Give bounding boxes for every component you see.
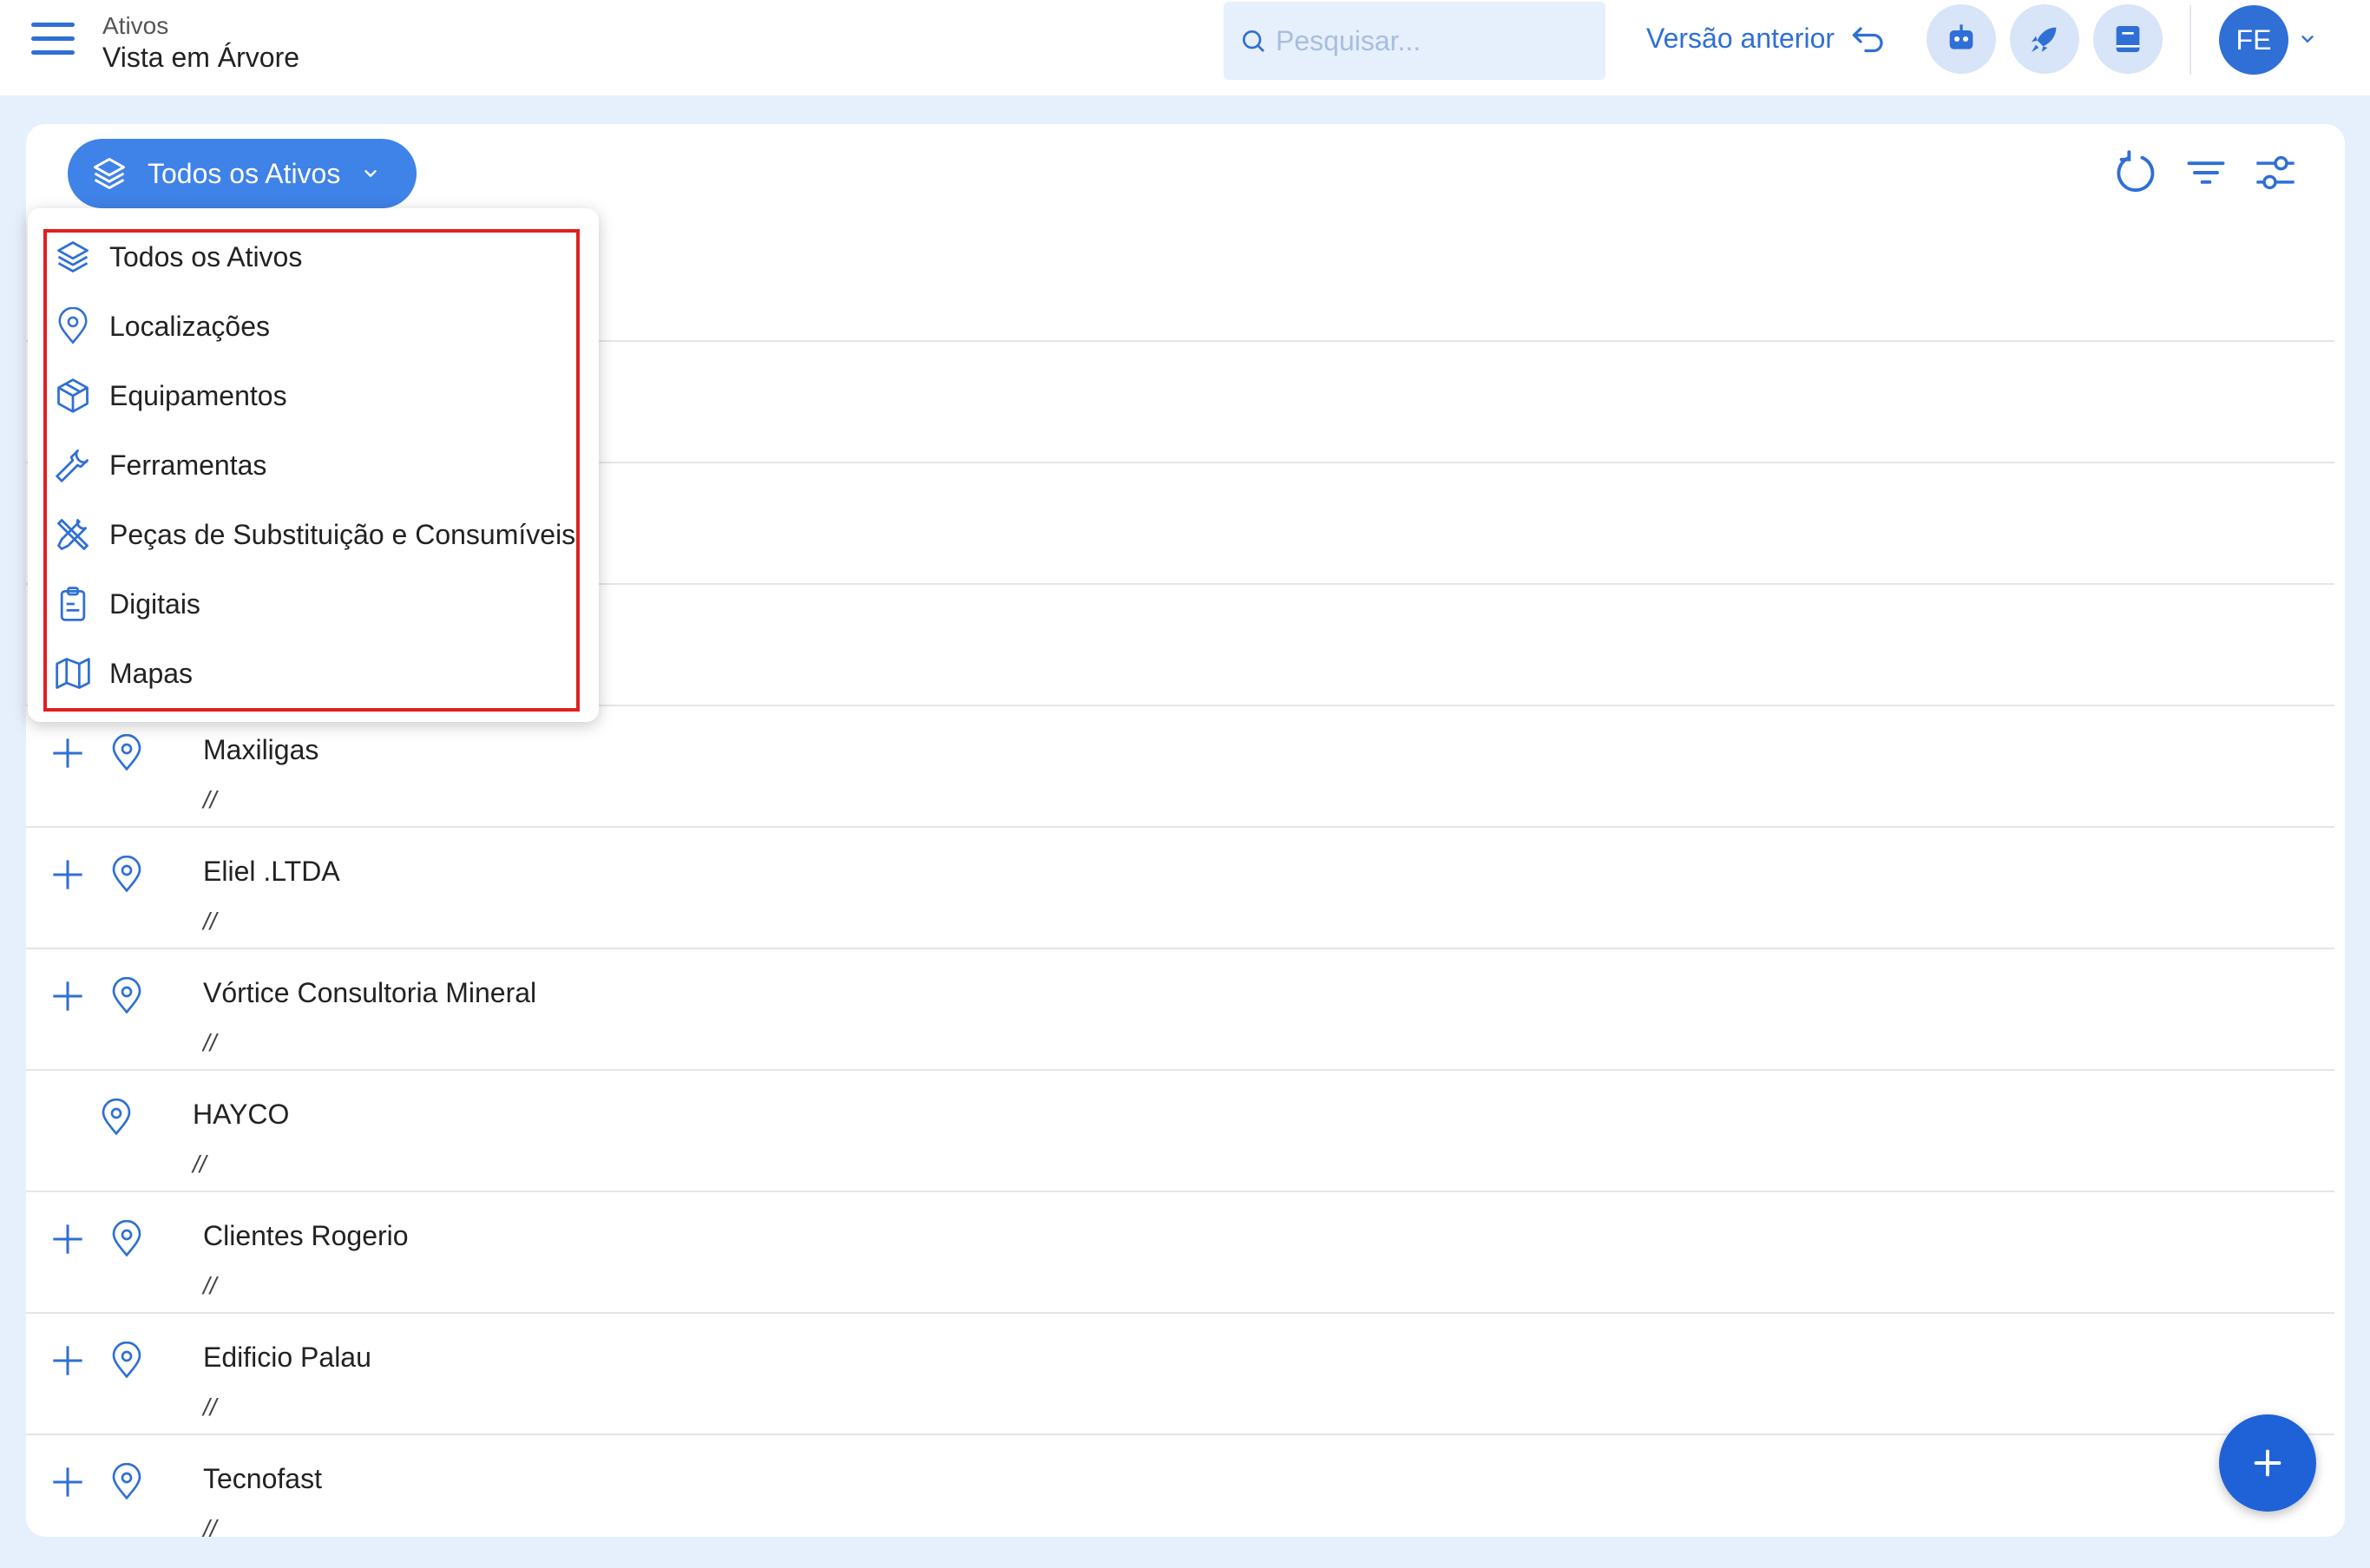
filter-icon[interactable] bbox=[2183, 150, 2229, 195]
tree-row-path: // bbox=[193, 1151, 207, 1178]
tree-row[interactable]: HAYCO // bbox=[26, 1069, 2334, 1191]
tree-row-name[interactable]: Tecnofast bbox=[203, 1463, 322, 1495]
header-divider bbox=[2189, 5, 2191, 75]
location-pin-icon bbox=[112, 734, 141, 771]
tree-row[interactable]: Vórtice Consultoria Mineral // bbox=[26, 948, 2334, 1069]
expand-plus-icon[interactable] bbox=[50, 736, 85, 771]
layers-icon bbox=[94, 158, 125, 189]
tree-row-name[interactable]: Edificio Palau bbox=[203, 1342, 371, 1374]
settings-sliders-icon[interactable] bbox=[2253, 150, 2298, 195]
menu-item-ferramentas[interactable]: Ferramentas bbox=[54, 439, 583, 491]
menu-item-label: Localizações bbox=[109, 310, 270, 342]
robot-icon bbox=[1949, 24, 1973, 49]
breadcrumb-parent[interactable]: Ativos bbox=[102, 12, 168, 40]
tree-row-name[interactable]: Maxiligas bbox=[203, 734, 318, 766]
expand-plus-icon[interactable] bbox=[50, 979, 85, 1014]
menu-item-equipamentos[interactable]: Equipamentos bbox=[54, 370, 583, 422]
robot-assistant-button[interactable] bbox=[1927, 4, 1996, 74]
expand-plus-icon[interactable] bbox=[50, 1465, 85, 1499]
chevron-down-icon bbox=[364, 170, 377, 178]
tree-row[interactable]: Maxiligas // bbox=[26, 705, 2334, 826]
undo-arrow-icon bbox=[1852, 26, 1883, 52]
menu-item-label: Peças de Substituição e Consumíveis bbox=[109, 518, 576, 550]
tree-row-path: // bbox=[203, 1394, 217, 1420]
wrench-icon bbox=[56, 449, 89, 482]
menu-item-label: Ferramentas bbox=[109, 449, 267, 481]
rocket-icon bbox=[2032, 27, 2057, 52]
menu-item-mapas[interactable]: Mapas bbox=[54, 647, 583, 699]
expand-plus-icon[interactable] bbox=[50, 1343, 85, 1378]
previous-version-link[interactable]: Versão anterior bbox=[1646, 23, 1887, 55]
location-pin-icon bbox=[112, 977, 141, 1014]
location-pin-icon bbox=[112, 856, 141, 893]
menu-item-localizacoes[interactable]: Localizações bbox=[54, 300, 583, 352]
menu-item-digitais[interactable]: Digitais bbox=[54, 578, 583, 630]
tree-row-name[interactable]: HAYCO bbox=[193, 1099, 289, 1131]
tree-row-path: // bbox=[203, 1515, 217, 1537]
chevron-down-icon[interactable] bbox=[2298, 30, 2317, 49]
clipboard-icon bbox=[60, 587, 86, 621]
location-pin-icon bbox=[112, 1463, 141, 1500]
menu-item-label: Equipamentos bbox=[109, 379, 287, 411]
box-icon bbox=[57, 378, 89, 413]
menu-icon[interactable] bbox=[31, 23, 75, 57]
tree-row-name[interactable]: Clientes Rogerio bbox=[203, 1220, 409, 1252]
previous-version-label: Versão anterior bbox=[1646, 23, 1835, 54]
location-pin-icon bbox=[112, 1220, 141, 1257]
menu-item-label: Digitais bbox=[109, 587, 200, 620]
tree-row-path: // bbox=[203, 1272, 217, 1299]
menu-item-label: Mapas bbox=[109, 657, 194, 689]
tree-row-path: // bbox=[203, 908, 217, 935]
search-icon bbox=[1243, 30, 1264, 52]
location-pin-icon bbox=[58, 307, 88, 344]
add-asset-button[interactable] bbox=[2219, 1414, 2316, 1512]
avatar[interactable]: FE bbox=[2219, 5, 2288, 75]
tree-row[interactable]: Tecnofast // bbox=[26, 1434, 2334, 1537]
tree-row-name[interactable]: Eliel .LTDA bbox=[203, 856, 340, 888]
tree-row[interactable]: Clientes Rogerio // bbox=[26, 1191, 2334, 1312]
expand-plus-icon[interactable] bbox=[50, 857, 85, 892]
page-title: Vista em Árvore bbox=[102, 42, 300, 73]
tree-row[interactable]: Eliel .LTDA // bbox=[26, 826, 2334, 948]
tree-row-path: // bbox=[203, 786, 217, 813]
search-input[interactable] bbox=[1276, 24, 1588, 57]
search-box[interactable] bbox=[1224, 2, 1605, 80]
menu-item-pecas-de-substituicao[interactable]: Peças de Substituição e Consumíveis bbox=[54, 508, 583, 561]
rocket-button[interactable] bbox=[2010, 4, 2079, 74]
refresh-icon[interactable] bbox=[2114, 150, 2159, 195]
asset-type-label: Todos os Ativos bbox=[148, 157, 341, 189]
expand-plus-icon[interactable] bbox=[50, 1222, 85, 1256]
tree-row-path: // bbox=[203, 1029, 217, 1056]
layers-icon bbox=[57, 241, 89, 272]
plus-icon bbox=[2254, 1449, 2281, 1477]
tools-crossed-icon bbox=[57, 519, 89, 550]
tree-row-name[interactable]: Vórtice Consultoria Mineral bbox=[203, 977, 536, 1009]
location-pin-icon bbox=[102, 1099, 131, 1136]
top-bar: Ativos Vista em Árvore Versão anterior F… bbox=[0, 0, 2370, 95]
menu-item-todos-os-ativos[interactable]: Todos os Ativos bbox=[54, 231, 583, 283]
menu-item-label: Todos os Ativos bbox=[109, 240, 303, 272]
guide-book-button[interactable] bbox=[2093, 4, 2163, 74]
location-pin-icon bbox=[112, 1342, 141, 1379]
asset-type-menu: Todos os Ativos Localizações Equipamento… bbox=[28, 208, 599, 722]
map-icon bbox=[56, 658, 90, 689]
asset-type-dropdown-button[interactable]: Todos os Ativos bbox=[68, 139, 417, 208]
tree-row[interactable]: Edificio Palau // bbox=[26, 1312, 2334, 1434]
book-icon bbox=[2116, 26, 2140, 52]
